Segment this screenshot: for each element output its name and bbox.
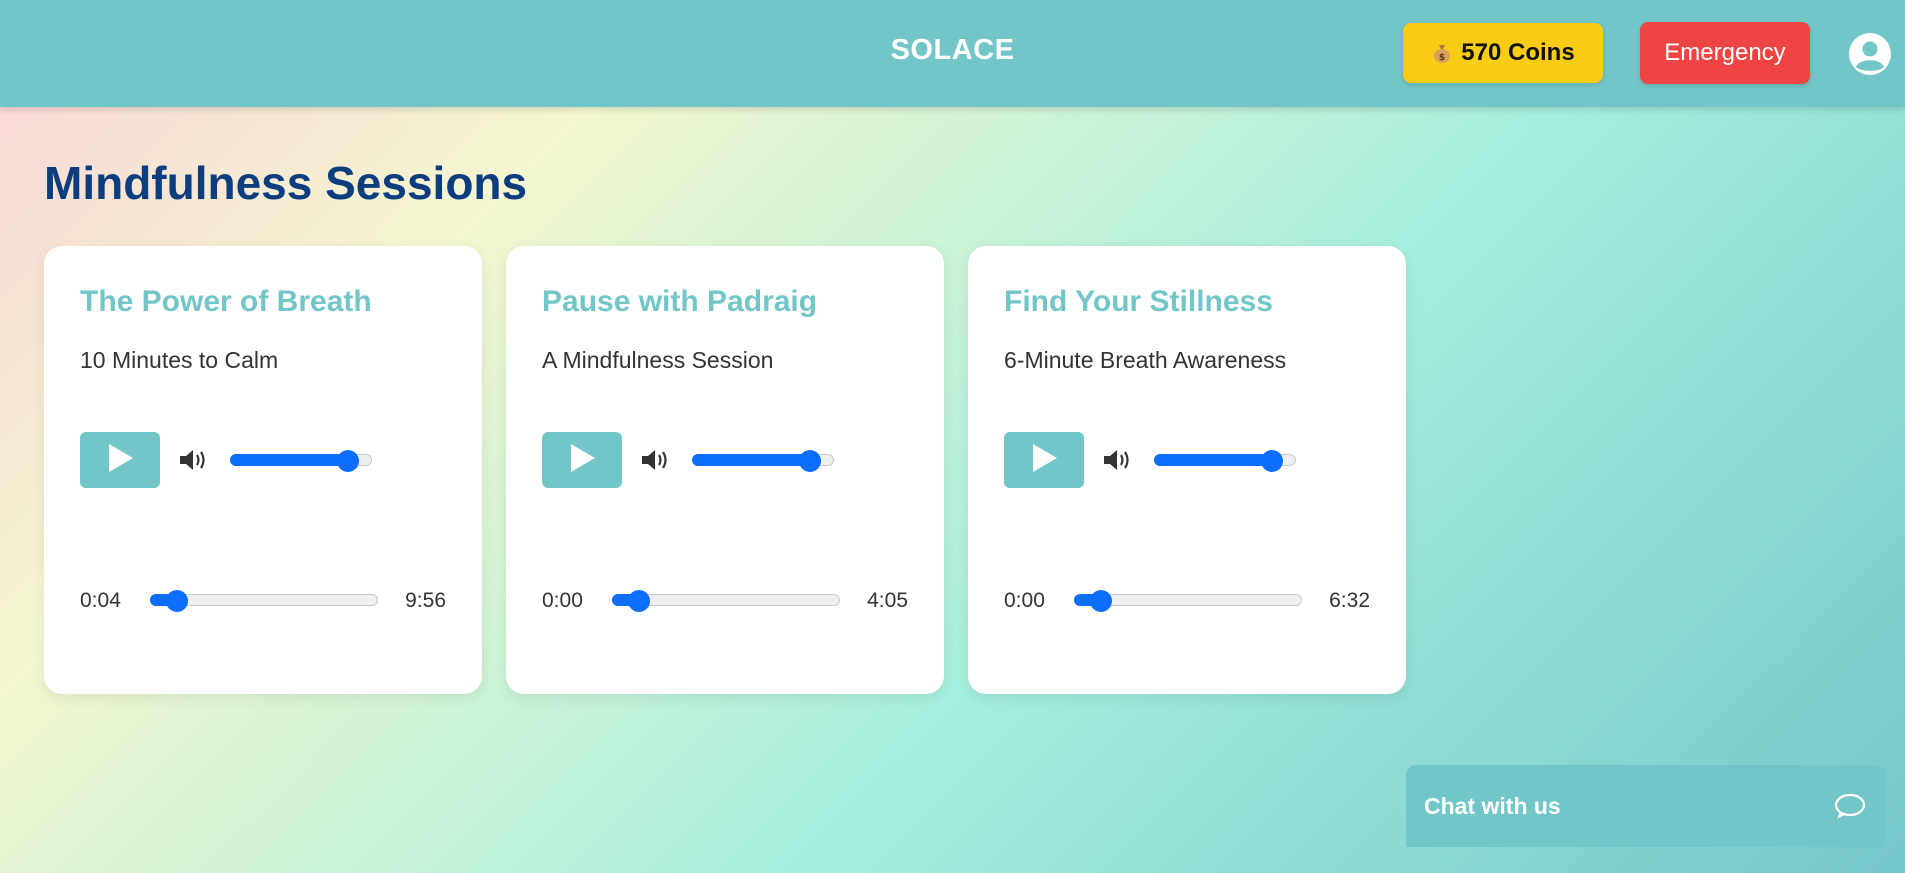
seek-slider[interactable] xyxy=(612,590,840,612)
volume-icon[interactable] xyxy=(1102,446,1134,474)
play-button[interactable] xyxy=(542,432,622,488)
chat-widget[interactable]: Chat with us xyxy=(1406,765,1886,847)
emergency-button[interactable]: Emergency xyxy=(1640,22,1810,84)
session-subtitle: 10 Minutes to Calm xyxy=(80,347,279,373)
user-circle-icon[interactable] xyxy=(1848,32,1892,76)
current-time: 0:00 xyxy=(1004,589,1045,612)
volume-icon[interactable] xyxy=(640,446,672,474)
session-title: The Power of Breath xyxy=(80,285,372,318)
duration-time: 9:56 xyxy=(405,589,446,612)
page-title: Mindfulness Sessions xyxy=(44,157,528,209)
session-card: Pause with Padraig A Mindfulness Session… xyxy=(506,246,944,694)
brand-logo[interactable]: SOLACE xyxy=(0,34,1905,67)
play-icon xyxy=(567,442,597,479)
current-time: 0:04 xyxy=(80,589,121,612)
session-subtitle: A Mindfulness Session xyxy=(542,347,774,373)
session-title: Pause with Padraig xyxy=(542,285,818,318)
seek-slider[interactable] xyxy=(1074,590,1302,612)
play-icon xyxy=(1029,442,1059,479)
duration-time: 4:05 xyxy=(867,589,908,612)
volume-slider[interactable] xyxy=(692,450,834,472)
play-button[interactable] xyxy=(1004,432,1084,488)
play-button[interactable] xyxy=(80,432,160,488)
money-bag-icon: $ xyxy=(1431,42,1453,64)
volume-slider[interactable] xyxy=(1154,450,1296,472)
speech-bubble-icon xyxy=(1834,793,1866,821)
current-time: 0:00 xyxy=(542,589,583,612)
chat-label: Chat with us xyxy=(1424,793,1561,819)
session-subtitle: 6-Minute Breath Awareness xyxy=(1004,347,1287,373)
volume-slider[interactable] xyxy=(230,450,372,472)
session-card: Find Your Stillness 6-Minute Breath Awar… xyxy=(968,246,1406,694)
session-card: The Power of Breath 10 Minutes to Calm 0… xyxy=(44,246,482,694)
svg-text:$: $ xyxy=(1439,53,1445,63)
top-navbar: SOLACE $ 570 Coins Emergency xyxy=(0,0,1905,107)
play-icon xyxy=(105,442,135,479)
coins-count: 570 Coins xyxy=(1461,39,1575,66)
coins-button[interactable]: $ 570 Coins xyxy=(1403,23,1603,83)
seek-slider[interactable] xyxy=(150,590,378,612)
session-title: Find Your Stillness xyxy=(1004,285,1273,318)
duration-time: 6:32 xyxy=(1329,589,1370,612)
volume-icon[interactable] xyxy=(178,446,210,474)
